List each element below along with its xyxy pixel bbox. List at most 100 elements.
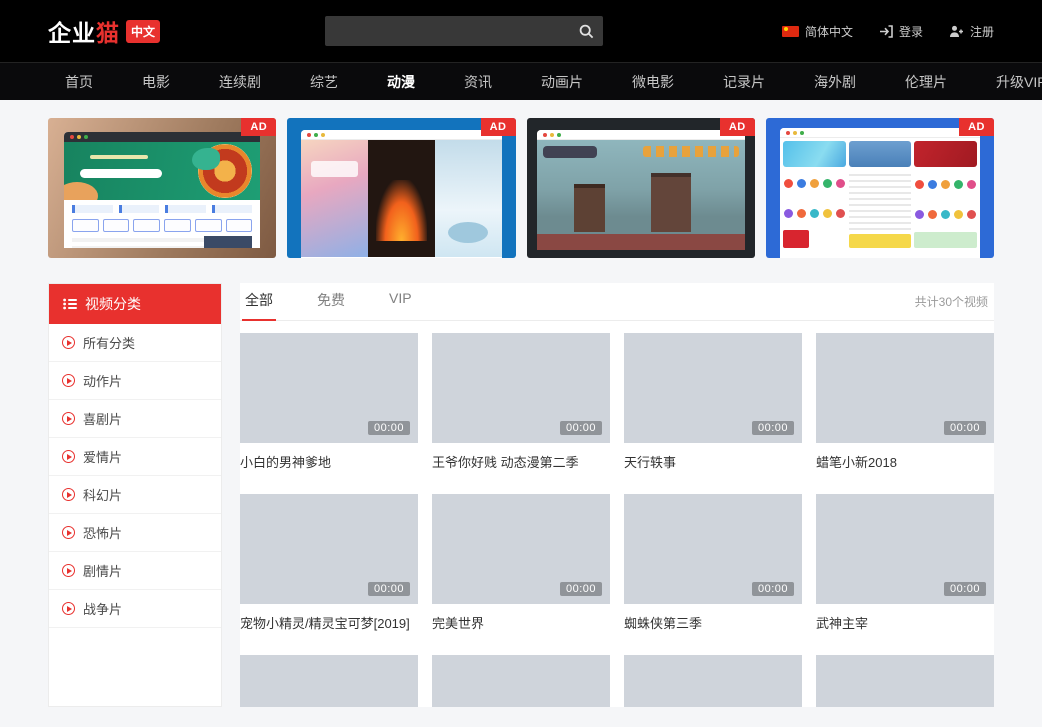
nav-item[interactable]: 首页 [65,72,93,92]
register-link[interactable]: 注册 [949,23,994,40]
ad-banner-row: AD AD AD [48,118,994,258]
site-logo[interactable]: 企业 猫 中文 [48,14,160,48]
sidebar-header: 视频分类 [49,284,221,324]
video-list-panel: 全部 免费 VIP 共计30个视频 00:00 小白的男神爹地 00:00 [240,283,994,707]
video-card[interactable]: 00:00 小白的男神爹地 [240,333,418,471]
filter-tabs: 全部 免费 VIP 共计30个视频 [240,283,994,321]
video-title: 蜡笔小新2018 [816,452,994,471]
video-thumbnail: 00:00 [240,494,418,604]
video-card[interactable]: 00:00 蜘蛛侠第三季 [624,494,802,632]
video-card[interactable]: 00:00 武神主宰 [816,494,994,632]
play-icon [62,374,75,387]
mock-titlebar [780,128,980,138]
ad-badge: AD [241,118,276,136]
video-card-partial[interactable] [432,655,610,707]
mock-site-body [64,200,260,248]
video-title: 武神主宰 [816,613,994,632]
ad-banner-2[interactable]: AD [287,118,515,258]
sidebar-item-label: 剧情片 [83,561,122,580]
filter-tab[interactable]: VIP [386,283,415,321]
ad-badge: AD [481,118,516,136]
duration-badge: 00:00 [368,582,410,596]
play-icon [62,526,75,539]
sidebar-category-item[interactable]: 喜剧片 [49,400,221,438]
duration-badge: 00:00 [944,582,986,596]
nav-item[interactable]: 动漫 [387,72,415,92]
mock-browser-window [64,132,260,248]
nav-item[interactable]: 电影 [142,72,170,92]
video-title: 天行轶事 [624,452,802,471]
filter-tab[interactable]: 全部 [242,283,276,321]
search-box [325,16,603,46]
mock-browser-window [780,128,980,258]
filter-tab[interactable]: 免费 [314,283,348,321]
video-card[interactable]: 00:00 蜡笔小新2018 [816,333,994,471]
mock-titlebar [537,130,745,140]
video-thumbnail: 00:00 [240,333,418,443]
video-card-partial[interactable] [240,655,418,707]
sidebar-category-item[interactable]: 恐怖片 [49,514,221,552]
sidebar-category-item[interactable]: 战争片 [49,590,221,628]
nav-item[interactable]: 微电影 [632,72,674,92]
nav-item[interactable]: 升级VIP [996,72,1042,92]
sidebar-category-item[interactable]: 动作片 [49,362,221,400]
nav-item[interactable]: 连续剧 [219,72,261,92]
sidebar-title: 视频分类 [85,294,141,314]
nav-item[interactable]: 动画片 [541,72,583,92]
sidebar-item-label: 所有分类 [83,333,135,352]
nav-item[interactable]: 综艺 [310,72,338,92]
ad-banner-1[interactable]: AD [48,118,276,258]
sidebar-item-label: 喜剧片 [83,409,122,428]
list-icon [63,298,77,310]
ad-banner-4[interactable]: AD [766,118,994,258]
main-nav: 首页 电影 连续剧 综艺 动漫 资讯 动画片 微电影 记录片 海外剧 伦理片 升… [0,62,1042,100]
duration-badge: 00:00 [560,582,602,596]
nav-item[interactable]: 伦理片 [905,72,947,92]
video-card-partial[interactable] [816,655,994,707]
category-sidebar: 视频分类 所有分类 动作片 喜剧片 爱情片 [48,283,222,707]
video-thumbnail: 00:00 [624,494,802,604]
nav-item[interactable]: 记录片 [723,72,765,92]
duration-badge: 00:00 [752,421,794,435]
nav-item[interactable]: 资讯 [464,72,492,92]
play-icon [62,450,75,463]
sidebar-item-label: 恐怖片 [83,523,122,542]
sidebar-category-item[interactable]: 科幻片 [49,476,221,514]
video-card[interactable]: 00:00 完美世界 [432,494,610,632]
video-card[interactable]: 00:00 宠物小精灵/精灵宝可梦[2019] [240,494,418,632]
video-card-partial[interactable] [624,655,802,707]
language-label: 简体中文 [805,23,853,40]
ad-banner-3[interactable]: AD [527,118,755,258]
logo-text-primary: 企业 [48,14,96,48]
video-thumbnail [432,655,610,707]
video-grid: 00:00 小白的男神爹地 00:00 王爷你好贱 动态漫第二季 00:00 天… [240,333,994,707]
video-title: 蜘蛛侠第三季 [624,613,802,632]
search-button[interactable] [569,16,603,46]
duration-badge: 00:00 [944,421,986,435]
sidebar-category-item[interactable]: 所有分类 [49,324,221,362]
sidebar-category-item[interactable]: 爱情片 [49,438,221,476]
mock-browser-window [301,130,501,258]
video-thumbnail [816,655,994,707]
login-label: 登录 [899,23,923,40]
search-input[interactable] [325,16,603,46]
video-thumbnail: 00:00 [432,494,610,604]
play-icon [62,488,75,501]
video-thumbnail: 00:00 [432,333,610,443]
sidebar-item-label: 科幻片 [83,485,122,504]
duration-badge: 00:00 [368,421,410,435]
login-link[interactable]: 登录 [879,23,923,40]
logo-text-accent: 猫 [96,14,120,48]
video-title: 完美世界 [432,613,610,632]
sidebar-category-item[interactable]: 剧情片 [49,552,221,590]
nav-item[interactable]: 海外剧 [814,72,856,92]
login-icon [879,25,893,38]
language-switch[interactable]: 简体中文 [782,23,853,40]
sidebar-item-label: 爱情片 [83,447,122,466]
register-icon [949,25,964,38]
video-card[interactable]: 00:00 天行轶事 [624,333,802,471]
video-thumbnail [624,655,802,707]
play-icon [62,564,75,577]
mock-titlebar [301,130,501,140]
video-card[interactable]: 00:00 王爷你好贱 动态漫第二季 [432,333,610,471]
